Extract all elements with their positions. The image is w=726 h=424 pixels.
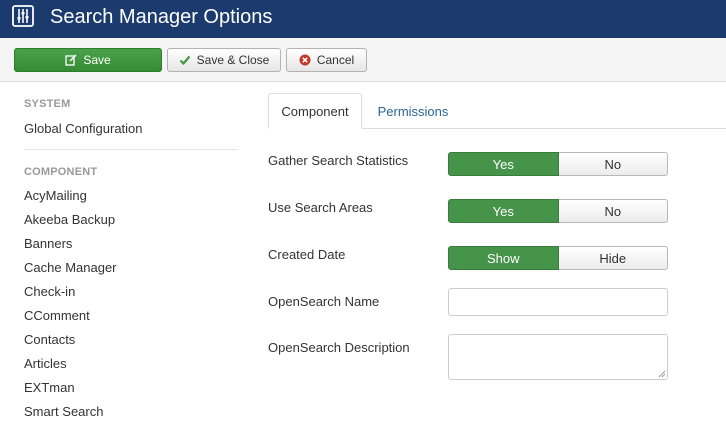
- gather-stats-yes-option[interactable]: Yes: [448, 152, 559, 176]
- tab-component[interactable]: Component: [268, 93, 362, 129]
- sidebar-divider: [24, 149, 238, 150]
- sidebar-item-smart-search[interactable]: Smart Search: [24, 404, 103, 419]
- sidebar-item-check-in[interactable]: Check-in: [24, 284, 75, 299]
- page-title: Search Manager Options: [50, 6, 273, 28]
- opensearch-name-input[interactable]: [448, 288, 668, 316]
- gather-stats-toggle: Yes No: [448, 152, 668, 176]
- sidebar-item-contacts[interactable]: Contacts: [24, 332, 75, 347]
- save-close-button[interactable]: Save & Close: [167, 48, 281, 72]
- sidebar-item-ccomment[interactable]: CComment: [24, 308, 90, 323]
- sidebar-item-acymailing[interactable]: AcyMailing: [24, 188, 87, 203]
- options-sliders-icon: [12, 5, 34, 27]
- sidebar-heading-system: SYSTEM: [24, 98, 71, 110]
- gather-stats-label: Gather Search Statistics: [268, 153, 409, 168]
- opensearch-description-textarea[interactable]: [448, 334, 668, 380]
- sidebar-item-akeeba-backup[interactable]: Akeeba Backup: [24, 212, 115, 227]
- sidebar-item-articles[interactable]: Articles: [24, 356, 67, 371]
- created-date-show-option[interactable]: Show: [448, 246, 559, 270]
- created-date-hide-option[interactable]: Hide: [558, 246, 668, 270]
- cancel-circle-icon: [299, 54, 311, 66]
- use-areas-yes-option[interactable]: Yes: [448, 199, 559, 223]
- opensearch-name-label: OpenSearch Name: [268, 294, 380, 309]
- sidebar-item-banners[interactable]: Banners: [24, 236, 72, 251]
- opensearch-description-label: OpenSearch Description: [268, 340, 410, 355]
- resize-handle-icon[interactable]: [658, 370, 666, 378]
- use-areas-toggle: Yes No: [448, 199, 668, 223]
- sidebar-item-global-configuration[interactable]: Global Configuration: [24, 121, 143, 136]
- checkmark-icon: [179, 55, 190, 66]
- sidebar-item-cache-manager[interactable]: Cache Manager: [24, 260, 117, 275]
- use-areas-label: Use Search Areas: [268, 200, 373, 215]
- sidebar-item-extman[interactable]: EXTman: [24, 380, 75, 395]
- tab-permissions[interactable]: Permissions: [362, 93, 464, 129]
- gather-stats-no-option[interactable]: No: [558, 152, 668, 176]
- use-areas-no-option[interactable]: No: [558, 199, 668, 223]
- created-date-toggle: Show Hide: [448, 246, 668, 270]
- save-label: Save: [83, 53, 111, 67]
- cancel-label: Cancel: [316, 53, 355, 67]
- created-date-label: Created Date: [268, 247, 346, 262]
- toolbar: Save Save & Close Cancel: [0, 38, 726, 82]
- sidebar-heading-component: COMPONENT: [24, 166, 98, 178]
- save-close-label: Save & Close: [196, 53, 270, 67]
- app-header: Search Manager Options: [0, 0, 726, 38]
- cancel-button[interactable]: Cancel: [286, 48, 367, 72]
- edit-icon: [65, 54, 77, 66]
- save-button[interactable]: Save: [14, 48, 162, 72]
